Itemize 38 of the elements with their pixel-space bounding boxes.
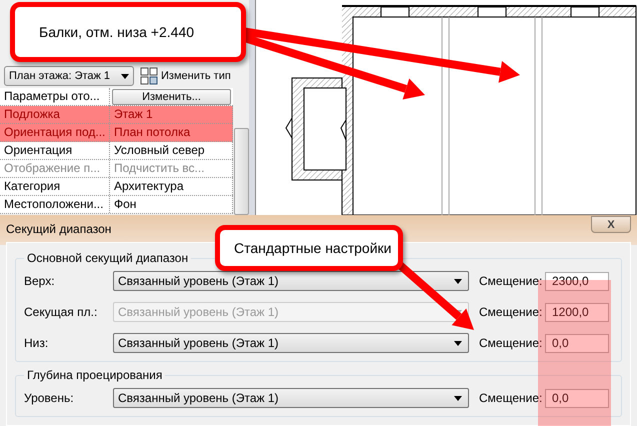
field-label: Уровень:	[24, 391, 75, 405]
offset-field[interactable]: 2300,0	[545, 272, 609, 290]
callout: Стандартные настройки	[215, 225, 403, 271]
property-row[interactable]: Категория Архитектура	[0, 178, 233, 196]
edit-type-button[interactable]: Изменить тип	[140, 67, 231, 85]
group-title: Глубина проецирования	[26, 368, 164, 382]
caret-icon	[454, 340, 462, 346]
offset-label: Смещение:	[479, 305, 544, 319]
caret-icon	[454, 396, 462, 400]
offset-field[interactable]: 0,0	[545, 388, 609, 408]
level-dropdown[interactable]: Связанный уровень (Этаж 1)	[113, 333, 469, 353]
field-label: Верх:	[24, 274, 56, 288]
offset-label: Смещение:	[479, 391, 544, 405]
property-row[interactable]: Параметры ото... Изменить...	[0, 88, 233, 106]
offset-label: Смещение:	[479, 336, 544, 350]
level-dropdown[interactable]: Связанный уровень (Этаж 1)	[113, 271, 469, 291]
property-row[interactable]: Ориентация Условный север	[0, 142, 233, 160]
close-button[interactable]: X	[591, 216, 631, 233]
property-name: Подложка	[0, 106, 110, 123]
field-label: Низ:	[24, 336, 50, 350]
type-properties-icon	[140, 67, 158, 85]
property-name: Отображение п...	[0, 160, 110, 177]
type-selector[interactable]: План этажа: Этаж 1	[4, 66, 134, 86]
property-name: Ориентация	[0, 142, 110, 159]
property-name: Местоположени...	[0, 196, 110, 213]
field-label: Секущая пл.:	[24, 305, 98, 319]
offset-field[interactable]: 0,0	[545, 334, 609, 352]
property-name: Категория	[0, 178, 110, 195]
caret-icon	[121, 74, 129, 78]
group-title: Основной секущий диапазон	[26, 251, 190, 265]
level-dropdown[interactable]: Связанный уровень (Этаж 1)	[113, 388, 469, 408]
property-name: Ориентация под...	[0, 124, 110, 141]
property-row[interactable]: Местоположени... Фон	[0, 196, 233, 214]
edit-button[interactable]: Изменить...	[112, 89, 231, 105]
callout: Балки, отм. низа +2.440	[10, 2, 246, 62]
dialog-title: Секущий диапазон	[6, 222, 112, 236]
caret-icon	[454, 278, 462, 284]
offset-label: Смещение:	[479, 274, 544, 288]
